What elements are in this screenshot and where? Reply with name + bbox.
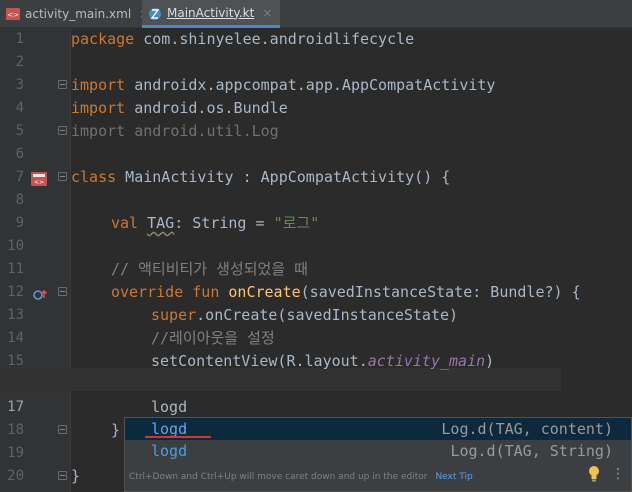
code-text: : String =: [174, 214, 274, 232]
line-number: 20: [7, 468, 24, 484]
completion-hint-bar: Ctrl+Down and Ctrl+Up will move caret do…: [125, 462, 631, 491]
code-line-13: super.onCreate(savedInstanceState): [151, 304, 458, 327]
code-line-1: package com.shinyelee.androidlifecycle: [71, 28, 414, 51]
completion-hint-text: Ctrl+Down and Ctrl+Up will move caret do…: [129, 471, 428, 482]
more-options-icon[interactable]: ⋮: [611, 466, 625, 482]
svg-text:<>: <>: [7, 11, 19, 19]
override-method-icon[interactable]: [33, 286, 49, 305]
code-text: android.os.Bundle: [125, 99, 288, 117]
fold-marker[interactable]: [58, 287, 67, 296]
resource-reference: activity_main: [367, 352, 486, 370]
editor-tab-bar: <> activity_main.xml × MainActivity.kt ×: [0, 0, 632, 28]
line-number-current: 17: [7, 399, 24, 415]
line-number: 7: [15, 169, 24, 185]
code-text: (savedInstanceState: Bundle?) {: [300, 283, 581, 301]
line-number: 8: [15, 192, 24, 208]
code-text: com.shinyelee.androidlifecycle: [134, 30, 415, 48]
code-line-4: import android.os.Bundle: [71, 97, 288, 120]
string-literal: "로그": [273, 214, 320, 232]
line-number: 10: [7, 238, 24, 254]
fold-marker[interactable]: [58, 172, 67, 181]
keyword: super: [151, 306, 197, 324]
completion-item[interactable]: logd Log.d(TAG, String): [125, 440, 631, 462]
code-line-7: class MainActivity : AppCompatActivity()…: [71, 166, 450, 189]
keyword: package: [71, 30, 135, 48]
tab-activity-main-xml[interactable]: <> activity_main.xml ×: [0, 0, 149, 28]
code-line-12: override fun onCreate(savedInstanceState…: [111, 281, 581, 304]
next-tip-link[interactable]: Next Tip: [435, 472, 472, 482]
line-number: 11: [7, 261, 24, 277]
line-number: 6: [15, 146, 24, 162]
fold-end-marker[interactable]: [58, 425, 67, 434]
keyword: class: [71, 168, 117, 186]
code-line-18: }: [111, 421, 121, 439]
code-completion-popup[interactable]: logd Log.d(TAG, content) logd Log.d(TAG,…: [124, 417, 632, 492]
code-text: ): [485, 352, 495, 370]
line-number: 19: [7, 445, 24, 461]
code-text: .onCreate(savedInstanceState): [196, 306, 459, 324]
keyword: override fun: [111, 283, 220, 301]
line-number: 5: [15, 123, 24, 139]
tab-label: activity_main.xml: [25, 7, 132, 21]
code-line-9: val TAG: String = "로그": [111, 212, 319, 235]
line-number: 3: [15, 77, 24, 93]
lightbulb-icon[interactable]: [588, 464, 600, 486]
completion-item-signature: Log.d(TAG, content): [441, 420, 613, 438]
code-line-5-unused-import: import android.util.Log: [71, 122, 279, 140]
code-line-20: }: [71, 467, 81, 485]
keyword: val: [111, 214, 139, 232]
keyword: import: [71, 99, 126, 117]
line-number: 1: [15, 31, 24, 47]
line-number: 18: [7, 422, 24, 438]
layout-file-icon[interactable]: <>: [31, 171, 47, 190]
line-number: 2: [15, 54, 24, 70]
fold-marker[interactable]: [58, 80, 67, 89]
line-number: 4: [15, 100, 24, 116]
code-text: MainActivity : AppCompatActivity() {: [116, 168, 451, 186]
code-line-14-comment: //레이아웃을 설정: [151, 329, 275, 347]
code-text: setContentView(R.layout.: [151, 352, 368, 370]
line-number: 14: [7, 330, 24, 346]
selection-underline: [145, 436, 211, 438]
keyword: import: [71, 76, 126, 94]
code-line-3: import androidx.appcompat.app.AppCompatA…: [71, 74, 495, 97]
code-line-15: setContentView(R.layout.activity_main): [151, 350, 494, 373]
line-number: 13: [7, 307, 24, 323]
fold-end-marker[interactable]: [58, 126, 67, 135]
line-number: 9: [15, 215, 24, 231]
function-name: onCreate: [228, 283, 301, 301]
code-text: androidx.appcompat.app.AppCompatActivity: [125, 76, 496, 94]
tab-label: MainActivity.kt: [167, 5, 255, 20]
tab-mainactivity-kt[interactable]: MainActivity.kt ×: [142, 0, 280, 28]
tag-identifier: TAG: [147, 214, 175, 232]
completion-item-signature: Log.d(TAG, String): [450, 442, 613, 460]
close-icon[interactable]: ×: [262, 6, 272, 20]
code-line-11-comment: // 액티비티가 생성되었을 때: [111, 260, 308, 278]
completion-item-name: logd: [151, 442, 188, 460]
svg-text:<>: <>: [34, 179, 44, 186]
line-number: 12: [7, 284, 24, 300]
xml-file-icon: <>: [6, 8, 20, 20]
code-line-17-typing: logd: [151, 398, 188, 416]
kotlin-file-icon: [148, 7, 162, 20]
fold-end-marker[interactable]: [58, 471, 67, 480]
